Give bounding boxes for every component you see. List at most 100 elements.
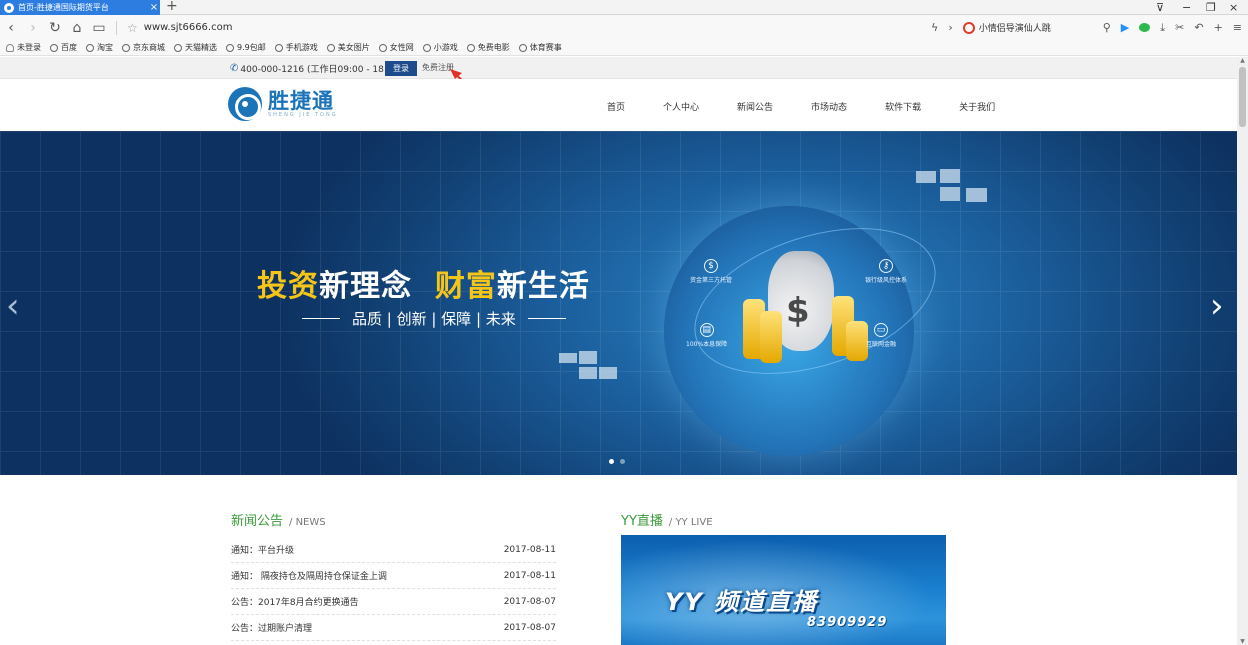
banner-next-arrow[interactable]: ›: [1210, 286, 1224, 326]
feature-guarantee: ▤ 100%本息保障: [686, 323, 727, 348]
main-nav: 首页 个人中心 新闻公告 市场动态 软件下载 关于我们: [607, 100, 1033, 113]
slide-dot-active[interactable]: [609, 459, 614, 464]
bookmark-label: 免费电影: [477, 43, 510, 52]
bookmark-label: 手机游戏: [285, 43, 318, 52]
news-item[interactable]: 通知： 隔夜持仓及隔周持仓保证金上调 2017-08-11: [231, 563, 556, 589]
news-item[interactable]: 通知：平台升级 2017-08-11: [231, 537, 556, 563]
yy-banner-title: YY 频道直播: [665, 588, 819, 616]
chat-icon[interactable]: [1139, 23, 1151, 32]
news-item-title[interactable]: 公告：过期账户清理: [231, 621, 312, 634]
bookmark-item[interactable]: 免费电影: [466, 42, 510, 53]
browser-tab-active[interactable]: 首页-胜捷通国际期货平台 ×: [0, 0, 160, 15]
scroll-down-icon[interactable]: ▼: [1237, 638, 1248, 645]
feature-risk-control: ⚷ 银行级风控体系: [865, 259, 907, 284]
news-item-title[interactable]: 公告：2017年8月合约更换通告: [231, 595, 359, 608]
bookmark-item[interactable]: 小游戏: [422, 42, 458, 53]
bookmark-item[interactable]: 女性网: [378, 42, 414, 53]
minimize-button[interactable]: −: [1182, 0, 1191, 15]
news-item-title[interactable]: 通知： 隔夜持仓及隔周持仓保证金上调: [231, 569, 387, 582]
document-icon: ▤: [699, 323, 714, 337]
menu-icon[interactable]: ≡: [1233, 21, 1242, 34]
monitor-icon: ▭: [874, 323, 888, 337]
bookmark-item[interactable]: 9.9包邮: [226, 42, 266, 53]
slide-dot[interactable]: [620, 459, 625, 464]
yy-title[interactable]: YY直播: [621, 514, 663, 529]
bookmark-label: 未登录: [17, 43, 41, 52]
bookmark-item[interactable]: 百度: [50, 42, 77, 53]
news-title[interactable]: 新闻公告: [231, 514, 283, 529]
back-arrow-icon[interactable]: ‹: [0, 20, 22, 36]
news-item-title[interactable]: 通知：平台升级: [231, 543, 294, 556]
feature-label: 100%本息保障: [686, 341, 728, 348]
bookmark-item[interactable]: 淘宝: [86, 42, 113, 53]
decor-square: [599, 367, 617, 379]
news-item[interactable]: 公告：过期账户清理 2017-08-07: [231, 615, 556, 641]
close-window-button[interactable]: ×: [1229, 0, 1238, 15]
banner-grid-texture: [0, 131, 1237, 475]
nav-home[interactable]: 首页: [607, 100, 625, 113]
page-viewport: ✆ 400-000-1216 (工作日09:00 - 18:00) 登录 免费注…: [0, 57, 1237, 645]
nav-news[interactable]: 新闻公告: [737, 100, 773, 113]
globe-icon: [466, 43, 475, 52]
refresh-icon[interactable]: ↻: [44, 20, 66, 36]
url-input[interactable]: www.sjt6666.com: [144, 22, 844, 33]
news-item[interactable]: 公告：2017年8月合约更换通告 2017-08-07: [231, 589, 556, 615]
slogan-highlight: 财富: [434, 269, 497, 304]
reader-icon[interactable]: ▭: [88, 20, 110, 36]
site-topbar: ✆ 400-000-1216 (工作日09:00 - 18:00) 登录 免费注…: [0, 57, 1237, 109]
scroll-up-icon[interactable]: ▲: [1237, 57, 1248, 64]
window-menu-icon[interactable]: ⊽: [1156, 0, 1164, 15]
bookmark-item[interactable]: 天猫精选: [174, 42, 217, 53]
logo-emblem-icon: [228, 87, 262, 121]
undo-icon[interactable]: ↶: [1194, 21, 1203, 34]
site-logo[interactable]: 胜捷通 SHENG JIE TONG: [228, 87, 338, 121]
page-scrollbar[interactable]: ▲ ▼: [1237, 57, 1248, 645]
yy-subtitle: / YY LIVE: [668, 517, 713, 528]
search-engine-icon[interactable]: [962, 21, 975, 34]
site-favicon-icon: [4, 2, 14, 13]
bookmark-item[interactable]: 京东商城: [122, 42, 165, 53]
bookmark-label: 天猫精选: [185, 43, 217, 52]
lightning-icon[interactable]: ϟ: [931, 21, 938, 34]
dollar-coin-icon: $: [704, 259, 718, 273]
expand-arrow-icon[interactable]: ›: [948, 21, 952, 34]
restore-button[interactable]: ❐: [1206, 0, 1216, 15]
bookmark-star-icon[interactable]: ☆: [127, 21, 138, 35]
tab-title: 首页-胜捷通国际期货平台: [18, 3, 109, 12]
search-box[interactable]: 小情侣导演仙人跳: [962, 21, 1093, 34]
decor-square: [559, 353, 577, 363]
banner-prev-arrow[interactable]: ‹: [6, 286, 20, 326]
login-button[interactable]: 登录: [385, 61, 417, 76]
subslogan-text: 品质 | 创新 | 保障 | 未来: [352, 310, 516, 328]
home-icon[interactable]: ⌂: [66, 20, 88, 36]
bookmark-item[interactable]: 手机游戏: [274, 42, 318, 53]
globe-icon: [122, 43, 130, 52]
yy-section-title: YY直播 / YY LIVE: [621, 510, 713, 529]
yy-live-banner[interactable]: YY 频道直播 83909929: [621, 535, 946, 645]
forward-arrow-icon[interactable]: ›: [22, 20, 44, 36]
decor-square: [966, 188, 987, 202]
bookmarks-bar: 未登录 百度 淘宝 京东商城 天猫精选 9.9包邮 手机游戏 美女图片 女性网 …: [0, 40, 1248, 56]
new-tab-button[interactable]: +: [166, 0, 178, 14]
bookmark-item[interactable]: 美女图片: [326, 42, 370, 53]
globe-icon: [226, 43, 234, 52]
nav-personal-center[interactable]: 个人中心: [663, 100, 699, 113]
download-icon[interactable]: ⤓: [1160, 21, 1165, 35]
address-bar-tools: ϟ › 小情侣导演仙人跳 ⚲ ▶ ⤓ ✂ ↶ + ≡: [931, 15, 1242, 40]
search-icon[interactable]: ⚲: [1103, 21, 1111, 34]
bookmark-item[interactable]: 体育赛事: [518, 42, 562, 53]
decor-square: [916, 171, 936, 183]
nav-market[interactable]: 市场动态: [811, 100, 847, 113]
nav-download[interactable]: 软件下载: [885, 100, 921, 113]
logo-name: 胜捷通: [268, 89, 334, 113]
add-icon[interactable]: +: [1214, 21, 1223, 34]
bookmark-user[interactable]: 未登录: [6, 42, 41, 53]
globe-icon: [378, 43, 387, 52]
tab-close-icon[interactable]: ×: [148, 2, 160, 13]
scissors-icon[interactable]: ✂: [1175, 21, 1184, 34]
play-icon[interactable]: ▶: [1121, 21, 1129, 34]
address-separator: [116, 20, 117, 35]
scrollbar-thumb[interactable]: [1239, 67, 1246, 127]
nav-about[interactable]: 关于我们: [959, 100, 995, 113]
bookmark-label: 女性网: [389, 43, 414, 52]
